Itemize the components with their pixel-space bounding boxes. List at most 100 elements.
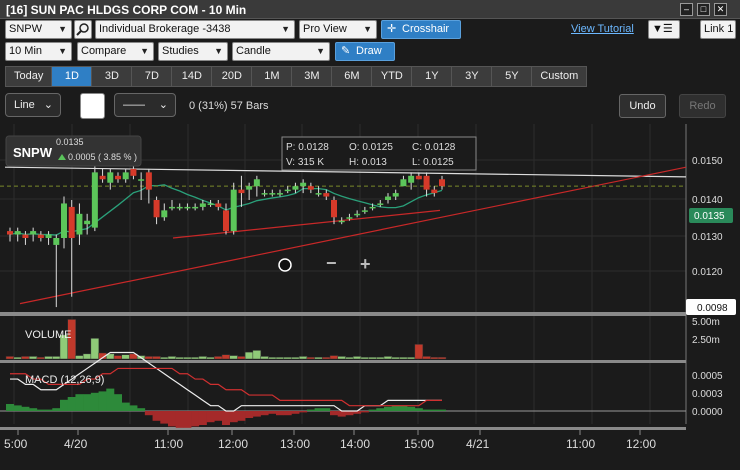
draw-label: Draw: [356, 45, 382, 57]
range-tab-custom[interactable]: Custom: [531, 66, 588, 87]
view-tutorial-link[interactable]: View Tutorial: [571, 23, 634, 35]
volume-bar: [121, 354, 130, 360]
macd-histogram-bar: [260, 411, 269, 416]
close-button[interactable]: ✕: [714, 3, 727, 16]
interval-select[interactable]: 10 Min ▼: [5, 42, 72, 61]
ohlc-box: P: 0.0128 O: 0.0125 C: 0.0128 V: 315 K H…: [281, 136, 477, 171]
quote-symbol: SNPW: [13, 145, 53, 160]
candle-body: [238, 189, 245, 194]
macd-histogram-bar: [44, 409, 53, 411]
volume-bar: [430, 357, 439, 360]
chart-style-select[interactable]: Candle ▼: [232, 42, 330, 61]
macd-histogram-bar: [360, 411, 369, 413]
macd-histogram-bar: [137, 408, 146, 411]
candle-body: [338, 220, 345, 223]
range-tab-7d[interactable]: 7D: [131, 66, 172, 87]
draw-button[interactable]: ✎ Draw: [335, 42, 395, 61]
ohlc-o: O: 0.0125: [349, 142, 393, 153]
volume-bar: [291, 357, 300, 360]
candle-body: [223, 210, 229, 232]
line-style-select[interactable]: —— ⌄: [114, 93, 176, 117]
range-tab-3m[interactable]: 3M: [291, 66, 332, 87]
candle-body: [22, 234, 29, 238]
chevron-down-icon: ▼: [214, 46, 223, 56]
search-button[interactable]: [74, 20, 92, 39]
time-label: 13:00: [280, 437, 310, 451]
volume-bar: [322, 357, 331, 360]
link-label: Link 1: [704, 23, 734, 35]
range-tab-6m[interactable]: 6M: [331, 66, 372, 87]
marker-price-label: 0.0098: [697, 303, 728, 314]
volume-bar: [283, 357, 292, 360]
macd-histogram-bar: [160, 411, 169, 424]
chevron-down-icon: ▼: [363, 24, 372, 34]
macd-histogram-bar: [114, 394, 122, 411]
account-select[interactable]: Individual Brokerage -3438 ▼: [95, 20, 295, 39]
line-tool-select[interactable]: Line ⌄: [5, 93, 61, 117]
range-tab-20d[interactable]: 20D: [211, 66, 252, 87]
macd-histogram-bar: [191, 411, 200, 427]
current-price-label: 0.0135: [694, 211, 725, 222]
zoom-out-button[interactable]: −: [326, 253, 337, 273]
volume-bar: [21, 356, 30, 360]
redo-button[interactable]: Redo: [679, 94, 726, 118]
macd-histogram-bar: [322, 408, 331, 411]
account-value: Individual Brokerage -3438: [99, 23, 231, 35]
link-button[interactable]: Link 1: [700, 20, 736, 39]
volume-bar: [160, 357, 169, 360]
macd-histogram-bar: [422, 409, 431, 411]
macd-axis-0003: 0.0003: [692, 389, 723, 400]
chart-area[interactable]: SNPW 0.0135 0.0005 ( 3.85 % ) P: 0.0128 …: [0, 124, 740, 470]
range-tab-14d[interactable]: 14D: [171, 66, 212, 87]
macd-histogram-bar: [13, 405, 22, 411]
range-tab-5y[interactable]: 5Y: [491, 66, 532, 87]
macd-histogram-bar: [60, 399, 68, 411]
symbol-value: SNPW: [9, 23, 42, 35]
candle-body: [7, 231, 13, 235]
drawing-anchor-handle[interactable]: [278, 258, 292, 272]
ohlc-c: C: 0.0128: [412, 142, 456, 153]
time-label: 4/20: [64, 437, 88, 451]
compare-select[interactable]: Compare ▼: [77, 42, 154, 61]
candle-body: [14, 231, 21, 235]
macd-histogram-bar: [268, 411, 277, 414]
range-tab-1d[interactable]: 1D: [51, 66, 92, 87]
volume-bar: [422, 356, 431, 360]
time-label: 14:00: [340, 437, 370, 451]
candle-body: [184, 206, 191, 209]
volume-bar: [406, 357, 416, 360]
candle-body: [45, 234, 52, 238]
view-mode-select[interactable]: Pro View ▼: [299, 20, 377, 39]
time-label: 12:00: [218, 437, 248, 451]
ohlc-h: H: 0.013: [349, 157, 387, 168]
zoom-in-button[interactable]: +: [360, 254, 371, 274]
range-tab-3d[interactable]: 3D: [91, 66, 132, 87]
macd-histogram-bar: [407, 406, 416, 411]
price-chart[interactable]: SNPW 0.0135 0.0005 ( 3.85 % ) P: 0.0128 …: [0, 124, 740, 470]
volume-bar: [268, 357, 277, 360]
color-swatch[interactable]: [80, 93, 105, 119]
volume-bar: [167, 356, 177, 360]
chevron-down-icon: ▼: [58, 46, 67, 56]
macd-histogram-bar: [83, 394, 92, 411]
range-tab-today[interactable]: Today: [5, 66, 52, 87]
menu-button[interactable]: ▼☰: [648, 20, 680, 39]
range-tab-3y[interactable]: 3Y: [451, 66, 492, 87]
drawing-status: 0 (31%) 57 Bars: [189, 100, 269, 112]
candle-body: [269, 193, 276, 195]
restore-button[interactable]: □: [697, 3, 710, 16]
volume-bar: [237, 356, 246, 360]
crosshair-button[interactable]: ✛ Crosshair: [381, 20, 461, 39]
range-tab-ytd[interactable]: YTD: [371, 66, 412, 87]
macd-histogram-bar: [175, 411, 184, 428]
time-axis-separator: [0, 427, 686, 430]
studies-select[interactable]: Studies ▼: [158, 42, 228, 61]
minimize-button[interactable]: –: [680, 3, 693, 16]
range-tab-1y[interactable]: 1Y: [411, 66, 452, 87]
symbol-input[interactable]: SNPW ▼: [5, 20, 72, 39]
quote-last: 0.0135: [56, 137, 84, 147]
range-tab-1m[interactable]: 1M: [251, 66, 292, 87]
volume-bar: [183, 357, 192, 360]
macd-histogram-bar: [237, 411, 246, 421]
undo-button[interactable]: Undo: [619, 94, 666, 118]
